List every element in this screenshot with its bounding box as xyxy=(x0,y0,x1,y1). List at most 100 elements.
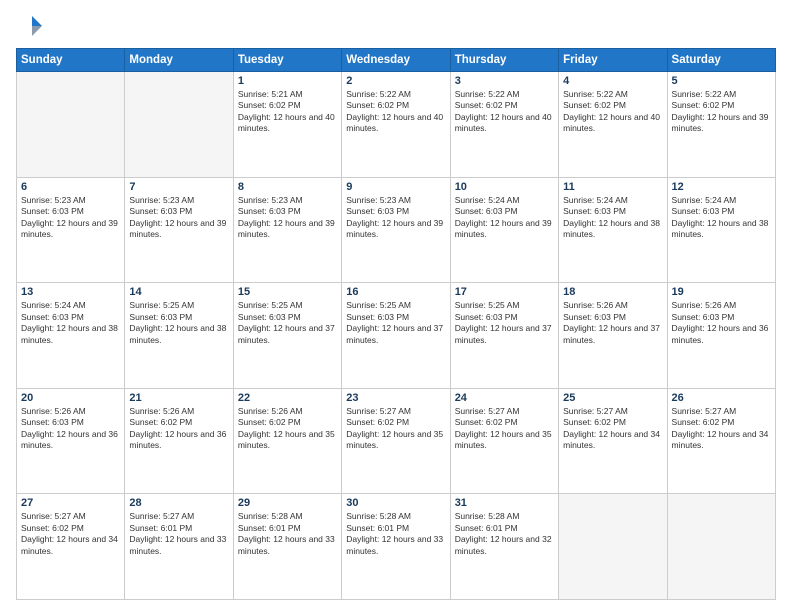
calendar-cell: 9 Sunrise: 5:23 AM Sunset: 6:03 PM Daylig… xyxy=(342,177,450,283)
day-number: 31 xyxy=(455,497,554,509)
weekday-header-tuesday: Tuesday xyxy=(233,49,341,72)
calendar-cell: 4Sunrise: 5:22 AM Sunset: 6:02 PM Daylig… xyxy=(559,72,667,178)
calendar-cell: 1 Sunrise: 5:21 AM Sunset: 6:02 PM Daylig… xyxy=(233,72,341,178)
day-detail: Sunrise: 5:24 AM Sunset: 6:03 PM Dayligh… xyxy=(21,300,120,346)
day-number: 18 xyxy=(563,286,662,298)
day-number: 11 xyxy=(563,181,662,193)
calendar-week-4: 20Sunrise: 5:26 AM Sunset: 6:03 PM Dayli… xyxy=(17,388,776,494)
weekday-header-friday: Friday xyxy=(559,49,667,72)
day-number: 9 xyxy=(346,181,445,193)
day-detail: Sunrise: 5:21 AM Sunset: 6:02 PM Dayligh… xyxy=(238,89,337,135)
day-number: 30 xyxy=(346,497,445,509)
calendar-cell: 29 Sunrise: 5:28 AM Sunset: 6:01 PM Dayli… xyxy=(233,494,341,600)
day-detail: Sunrise: 5:27 AM Sunset: 6:02 PM Dayligh… xyxy=(455,406,554,452)
calendar-cell: 21 Sunrise: 5:26 AM Sunset: 6:02 PM Dayli… xyxy=(125,388,233,494)
day-detail: Sunrise: 5:26 AM Sunset: 6:03 PM Dayligh… xyxy=(672,300,771,346)
day-detail: Sunrise: 5:27 AM Sunset: 6:02 PM Dayligh… xyxy=(672,406,771,452)
day-number: 1 xyxy=(238,75,337,87)
day-detail: Sunrise: 5:23 AM Sunset: 6:03 PM Dayligh… xyxy=(346,195,445,241)
day-detail: Sunrise: 5:27 AM Sunset: 6:01 PM Dayligh… xyxy=(129,511,228,557)
calendar-cell: 17Sunrise: 5:25 AM Sunset: 6:03 PM Dayli… xyxy=(450,283,558,389)
day-number: 23 xyxy=(346,392,445,404)
calendar-cell: 27 Sunrise: 5:27 AM Sunset: 6:02 PM Dayli… xyxy=(17,494,125,600)
calendar-cell: 16 Sunrise: 5:25 AM Sunset: 6:03 PM Dayli… xyxy=(342,283,450,389)
day-number: 20 xyxy=(21,392,120,404)
page: SundayMondayTuesdayWednesdayThursdayFrid… xyxy=(0,0,792,612)
day-detail: Sunrise: 5:28 AM Sunset: 6:01 PM Dayligh… xyxy=(238,511,337,557)
day-number: 2 xyxy=(346,75,445,87)
day-number: 21 xyxy=(129,392,228,404)
calendar-cell: 14 Sunrise: 5:25 AM Sunset: 6:03 PM Dayli… xyxy=(125,283,233,389)
day-number: 8 xyxy=(238,181,337,193)
day-number: 29 xyxy=(238,497,337,509)
calendar-week-1: 1 Sunrise: 5:21 AM Sunset: 6:02 PM Daylig… xyxy=(17,72,776,178)
day-number: 16 xyxy=(346,286,445,298)
day-detail: Sunrise: 5:25 AM Sunset: 6:03 PM Dayligh… xyxy=(129,300,228,346)
weekday-header-thursday: Thursday xyxy=(450,49,558,72)
calendar-cell: 12 Sunrise: 5:24 AM Sunset: 6:03 PM Dayli… xyxy=(667,177,775,283)
day-detail: Sunrise: 5:22 AM Sunset: 6:02 PM Dayligh… xyxy=(563,89,662,135)
day-detail: Sunrise: 5:22 AM Sunset: 6:02 PM Dayligh… xyxy=(672,89,771,135)
day-number: 3 xyxy=(455,75,554,87)
day-number: 27 xyxy=(21,497,120,509)
day-number: 25 xyxy=(563,392,662,404)
day-detail: Sunrise: 5:28 AM Sunset: 6:01 PM Dayligh… xyxy=(346,511,445,557)
day-detail: Sunrise: 5:23 AM Sunset: 6:03 PM Dayligh… xyxy=(238,195,337,241)
day-number: 5 xyxy=(672,75,771,87)
weekday-header-monday: Monday xyxy=(125,49,233,72)
calendar-cell: 10 Sunrise: 5:24 AM Sunset: 6:03 PM Dayli… xyxy=(450,177,558,283)
day-detail: Sunrise: 5:23 AM Sunset: 6:03 PM Dayligh… xyxy=(129,195,228,241)
calendar-cell: 3 Sunrise: 5:22 AM Sunset: 6:02 PM Daylig… xyxy=(450,72,558,178)
day-number: 14 xyxy=(129,286,228,298)
day-number: 6 xyxy=(21,181,120,193)
day-detail: Sunrise: 5:25 AM Sunset: 6:03 PM Dayligh… xyxy=(346,300,445,346)
logo xyxy=(16,12,48,40)
calendar-cell xyxy=(17,72,125,178)
day-detail: Sunrise: 5:26 AM Sunset: 6:02 PM Dayligh… xyxy=(129,406,228,452)
weekday-header-wednesday: Wednesday xyxy=(342,49,450,72)
day-number: 7 xyxy=(129,181,228,193)
calendar-cell: 7 Sunrise: 5:23 AM Sunset: 6:03 PM Daylig… xyxy=(125,177,233,283)
day-detail: Sunrise: 5:24 AM Sunset: 6:03 PM Dayligh… xyxy=(672,195,771,241)
calendar-cell: 25 Sunrise: 5:27 AM Sunset: 6:02 PM Dayli… xyxy=(559,388,667,494)
weekday-header-saturday: Saturday xyxy=(667,49,775,72)
calendar-cell: 22 Sunrise: 5:26 AM Sunset: 6:02 PM Dayli… xyxy=(233,388,341,494)
calendar-cell: 26 Sunrise: 5:27 AM Sunset: 6:02 PM Dayli… xyxy=(667,388,775,494)
day-detail: Sunrise: 5:27 AM Sunset: 6:02 PM Dayligh… xyxy=(346,406,445,452)
day-detail: Sunrise: 5:27 AM Sunset: 6:02 PM Dayligh… xyxy=(563,406,662,452)
calendar-cell: 20Sunrise: 5:26 AM Sunset: 6:03 PM Dayli… xyxy=(17,388,125,494)
calendar-cell: 2 Sunrise: 5:22 AM Sunset: 6:02 PM Daylig… xyxy=(342,72,450,178)
day-detail: Sunrise: 5:28 AM Sunset: 6:01 PM Dayligh… xyxy=(455,511,554,557)
calendar-cell: 11 Sunrise: 5:24 AM Sunset: 6:03 PM Dayli… xyxy=(559,177,667,283)
calendar-week-5: 27 Sunrise: 5:27 AM Sunset: 6:02 PM Dayli… xyxy=(17,494,776,600)
logo-icon xyxy=(16,12,44,40)
day-detail: Sunrise: 5:22 AM Sunset: 6:02 PM Dayligh… xyxy=(346,89,445,135)
day-number: 19 xyxy=(672,286,771,298)
calendar-week-2: 6 Sunrise: 5:23 AM Sunset: 6:03 PM Daylig… xyxy=(17,177,776,283)
day-detail: Sunrise: 5:24 AM Sunset: 6:03 PM Dayligh… xyxy=(455,195,554,241)
day-detail: Sunrise: 5:27 AM Sunset: 6:02 PM Dayligh… xyxy=(21,511,120,557)
day-number: 22 xyxy=(238,392,337,404)
calendar-cell: 8 Sunrise: 5:23 AM Sunset: 6:03 PM Daylig… xyxy=(233,177,341,283)
day-detail: Sunrise: 5:22 AM Sunset: 6:02 PM Dayligh… xyxy=(455,89,554,135)
weekday-header-sunday: Sunday xyxy=(17,49,125,72)
calendar-table: SundayMondayTuesdayWednesdayThursdayFrid… xyxy=(16,48,776,600)
day-detail: Sunrise: 5:24 AM Sunset: 6:03 PM Dayligh… xyxy=(563,195,662,241)
day-detail: Sunrise: 5:25 AM Sunset: 6:03 PM Dayligh… xyxy=(455,300,554,346)
day-number: 10 xyxy=(455,181,554,193)
calendar-cell: 15Sunrise: 5:25 AM Sunset: 6:03 PM Dayli… xyxy=(233,283,341,389)
day-number: 24 xyxy=(455,392,554,404)
day-detail: Sunrise: 5:26 AM Sunset: 6:02 PM Dayligh… xyxy=(238,406,337,452)
calendar-cell: 5 Sunrise: 5:22 AM Sunset: 6:02 PM Daylig… xyxy=(667,72,775,178)
calendar-cell: 13 Sunrise: 5:24 AM Sunset: 6:03 PM Dayli… xyxy=(17,283,125,389)
calendar-cell: 24 Sunrise: 5:27 AM Sunset: 6:02 PM Dayli… xyxy=(450,388,558,494)
calendar-cell xyxy=(559,494,667,600)
calendar-cell: 23 Sunrise: 5:27 AM Sunset: 6:02 PM Dayli… xyxy=(342,388,450,494)
day-number: 12 xyxy=(672,181,771,193)
day-number: 13 xyxy=(21,286,120,298)
calendar-cell: 30 Sunrise: 5:28 AM Sunset: 6:01 PM Dayli… xyxy=(342,494,450,600)
day-number: 26 xyxy=(672,392,771,404)
day-detail: Sunrise: 5:25 AM Sunset: 6:03 PM Dayligh… xyxy=(238,300,337,346)
calendar-cell xyxy=(667,494,775,600)
day-detail: Sunrise: 5:23 AM Sunset: 6:03 PM Dayligh… xyxy=(21,195,120,241)
